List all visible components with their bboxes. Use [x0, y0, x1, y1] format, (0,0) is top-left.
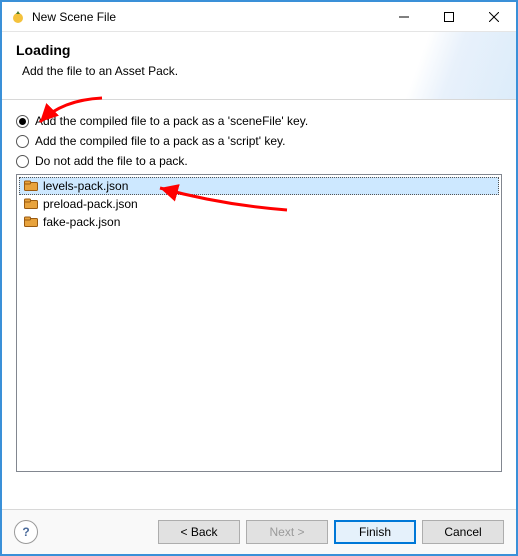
radio-option-none[interactable]: Do not add the file to a pack. — [16, 154, 502, 168]
radio-icon — [16, 135, 29, 148]
list-item-label: preload-pack.json — [43, 196, 138, 212]
radio-label: Add the compiled file to a pack as a 'sc… — [35, 114, 308, 128]
radio-label: Add the compiled file to a pack as a 'sc… — [35, 134, 285, 148]
window-controls — [381, 2, 516, 32]
help-button[interactable]: ? — [14, 520, 38, 544]
radio-icon — [16, 155, 29, 168]
window-title: New Scene File — [32, 10, 381, 24]
app-icon — [10, 9, 26, 25]
pack-icon — [23, 179, 39, 193]
titlebar: New Scene File — [2, 2, 516, 32]
cancel-button[interactable]: Cancel — [422, 520, 504, 544]
finish-button[interactable]: Finish — [334, 520, 416, 544]
radio-option-script[interactable]: Add the compiled file to a pack as a 'sc… — [16, 134, 502, 148]
list-item[interactable]: fake-pack.json — [19, 213, 499, 231]
page-subtitle: Add the file to an Asset Pack. — [22, 64, 502, 78]
radio-label: Do not add the file to a pack. — [35, 154, 188, 168]
pack-file-list[interactable]: levels-pack.json preload-pack.json fake-… — [16, 174, 502, 472]
radio-option-scenefile[interactable]: Add the compiled file to a pack as a 'sc… — [16, 114, 502, 128]
close-button[interactable] — [471, 2, 516, 32]
maximize-button[interactable] — [426, 2, 471, 32]
list-item[interactable]: levels-pack.json — [19, 177, 499, 195]
minimize-button[interactable] — [381, 2, 426, 32]
wizard-header: Loading Add the file to an Asset Pack. — [2, 32, 516, 100]
pack-icon — [23, 197, 39, 211]
list-item-label: fake-pack.json — [43, 214, 120, 230]
wizard-content: Add the compiled file to a pack as a 'sc… — [2, 100, 516, 482]
help-icon: ? — [22, 525, 29, 539]
list-item[interactable]: preload-pack.json — [19, 195, 499, 213]
radio-icon — [16, 115, 29, 128]
back-button[interactable]: < Back — [158, 520, 240, 544]
pack-icon — [23, 215, 39, 229]
list-item-label: levels-pack.json — [43, 178, 128, 194]
wizard-footer: ? < Back Next > Finish Cancel — [2, 509, 516, 554]
page-title: Loading — [16, 42, 502, 58]
next-button[interactable]: Next > — [246, 520, 328, 544]
